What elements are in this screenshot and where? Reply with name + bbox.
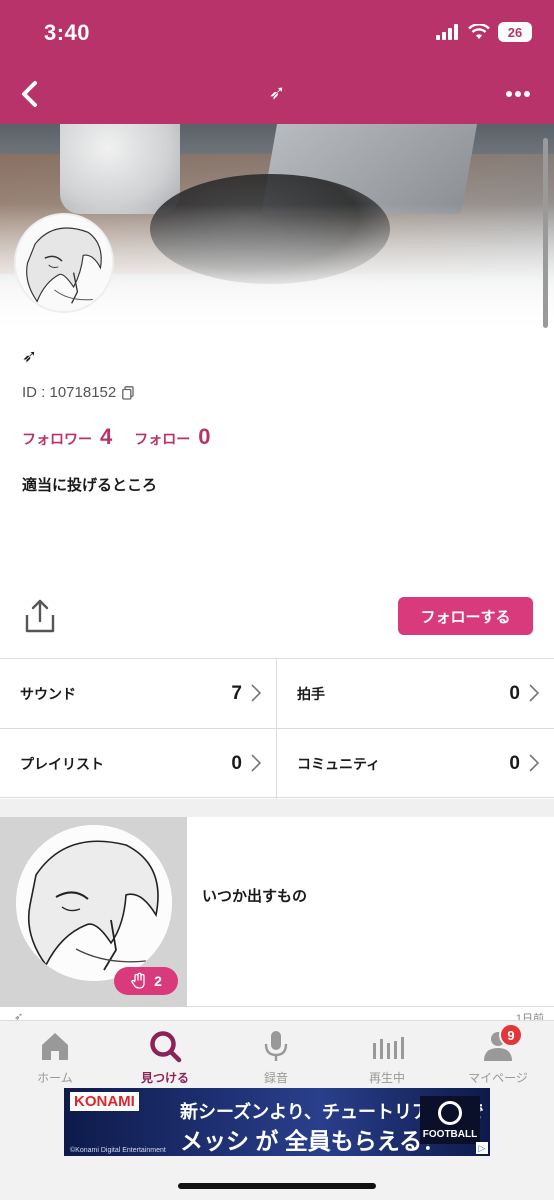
signal-icon (436, 24, 458, 40)
share-button[interactable] (20, 596, 60, 636)
equalizer-icon (373, 1037, 404, 1059)
stat-label: プレイリスト (20, 756, 104, 772)
microphone-icon (264, 1031, 288, 1061)
stat-value: 7 (231, 682, 242, 704)
following-count[interactable]: 0 (198, 424, 210, 450)
tab-home[interactable]: ホーム (0, 1029, 110, 1091)
clap-hand-icon (131, 972, 145, 989)
tab-discover[interactable]: 見つける (110, 1029, 220, 1091)
avatar[interactable] (14, 213, 114, 313)
sound-thumbnail[interactable]: 2 (0, 817, 187, 1007)
scrollbar[interactable] (543, 138, 548, 328)
tab-label: 見つける (140, 1071, 189, 1085)
profile-name: ➶ (22, 346, 38, 366)
tab-now-playing[interactable]: 再生中 (332, 1029, 442, 1091)
chevron-right-icon (529, 754, 540, 772)
share-icon (25, 599, 55, 633)
stat-label: 拍手 (297, 685, 325, 702)
chevron-right-icon (529, 684, 540, 702)
ad-banner[interactable]: KONAMI 新シーズンより、チュートリアル内で メッシ が 全員もらえる！ F… (64, 1088, 490, 1156)
battery-indicator: 26 (498, 22, 532, 42)
avatar-illustration (16, 215, 112, 311)
ad-copyright: ©Konami Digital Entertainment (70, 1147, 166, 1154)
stats-grid: サウンド 7 拍手 0 プレイリスト 0 コミュニティ 0 (0, 658, 554, 799)
sound-title[interactable]: いつか出すもの (202, 885, 307, 906)
sound-artwork (16, 825, 172, 981)
copy-icon[interactable] (122, 385, 134, 400)
section-divider (0, 799, 554, 817)
tab-record[interactable]: 録音 (221, 1029, 331, 1091)
tab-my-page[interactable]: 9 マイページ (443, 1023, 553, 1091)
stat-claps[interactable]: 拍手 0 (277, 659, 554, 729)
followers-label[interactable]: フォロワー (22, 429, 92, 449)
ad-brand: KONAMI (70, 1092, 139, 1111)
followers-count[interactable]: 4 (100, 424, 112, 450)
ad-tagline: メッシ が 全員もらえる！ (180, 1128, 446, 1154)
nav-bar: ➶ (0, 66, 554, 124)
wifi-icon (468, 24, 490, 39)
profile-id-text: ID : 10718152 (22, 384, 117, 401)
sound-card[interactable]: 2 いつか出すもの (0, 817, 554, 1007)
home-icon (42, 1033, 68, 1060)
status-icons: 26 (436, 22, 532, 42)
stat-label: コミュニティ (297, 756, 381, 772)
profile-bio: 適当に投げるところ (22, 477, 158, 494)
stat-label: サウンド (20, 685, 76, 702)
tab-label: ホーム (37, 1071, 73, 1085)
user-icon-wrap: 9 (481, 1023, 523, 1063)
follow-button[interactable]: フォローする (398, 597, 533, 635)
chevron-right-icon (251, 754, 262, 772)
stat-playlists[interactable]: プレイリスト 0 (0, 729, 277, 799)
clap-badge[interactable]: 2 (114, 967, 178, 995)
notification-badge: 9 (499, 1023, 523, 1047)
football-logo-icon (438, 1100, 462, 1125)
ad-info-icon[interactable]: ▷ (476, 1142, 488, 1154)
ad-logo-text: FOOTBALL (422, 1128, 478, 1140)
following-label[interactable]: フォロー (134, 429, 190, 449)
tab-label: マイページ (468, 1071, 528, 1085)
more-dots-icon (506, 91, 530, 97)
home-indicator[interactable] (178, 1183, 376, 1189)
status-time: 3:40 (44, 20, 91, 45)
stat-value: 0 (231, 753, 242, 774)
more-options-button[interactable] (500, 76, 536, 112)
stat-value: 0 (509, 753, 520, 774)
chevron-right-icon (251, 684, 262, 702)
follow-stats: フォロワー 4 フォロー 0 (22, 424, 225, 450)
nav-title: ➶ (268, 82, 286, 104)
tab-label: 録音 (263, 1071, 288, 1085)
tab-label: 再生中 (368, 1071, 405, 1085)
profile-id[interactable]: ID : 10718152 (22, 384, 134, 401)
stat-communities[interactable]: コミュニティ 0 (277, 729, 554, 799)
stat-value: 0 (509, 682, 520, 704)
clap-count: 2 (154, 973, 162, 989)
status-bar: 3:40 26 (0, 0, 554, 66)
ad-logo: FOOTBALL (420, 1096, 480, 1144)
profile-screen: 3:40 26 ➶ ➶ ID: 10718152 フォロワー 4 フォロー 0… (0, 0, 554, 1200)
stat-sounds[interactable]: サウンド 7 (0, 659, 277, 729)
search-icon (150, 1031, 182, 1063)
